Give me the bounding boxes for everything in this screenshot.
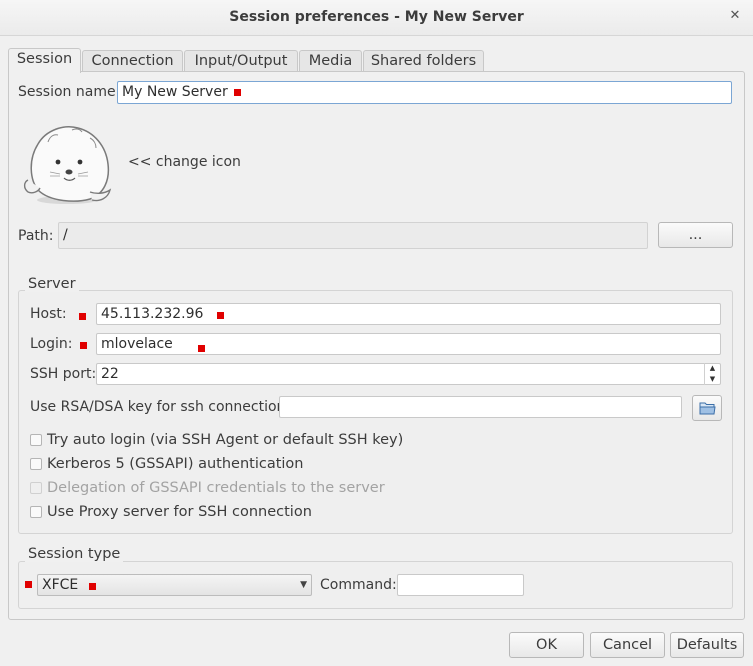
browse-path-label: ... [688, 227, 703, 243]
defaults-label: Defaults [676, 637, 738, 653]
marker-icon [198, 345, 205, 352]
tab-input-output-label: Input/Output [194, 53, 288, 69]
rsa-key-browse-button[interactable] [692, 395, 722, 421]
defaults-button[interactable]: Defaults [670, 632, 744, 658]
tab-input-output[interactable]: Input/Output [184, 50, 298, 72]
session-type-value: XFCE [42, 577, 79, 593]
marker-icon [79, 313, 86, 320]
tab-session-label: Session [16, 51, 73, 67]
tab-media-label: Media [308, 53, 353, 69]
command-input[interactable] [397, 574, 524, 596]
session-type-group-title: Session type [25, 546, 124, 562]
session-name-value: My New Server [122, 84, 228, 100]
browse-path-button[interactable]: ... [658, 222, 733, 248]
path-value: / [63, 227, 68, 243]
cancel-button[interactable]: Cancel [590, 632, 665, 658]
window-title: Session preferences - My New Server [229, 9, 524, 25]
auto-login-label[interactable]: Try auto login (via SSH Agent or default… [47, 432, 403, 448]
tab-media[interactable]: Media [299, 50, 362, 72]
proxy-checkbox[interactable] [30, 506, 42, 518]
session-name-label: Session name: [18, 84, 121, 100]
login-value: mlovelace [101, 336, 173, 352]
server-group-title: Server [25, 276, 79, 292]
spin-up-icon[interactable]: ▲ [705, 363, 720, 374]
ssh-port-label: SSH port: [30, 366, 97, 382]
rsa-key-label: Use RSA/DSA key for ssh connection: [30, 399, 291, 415]
marker-icon [234, 89, 241, 96]
marker-icon [80, 342, 87, 349]
folder-open-icon [699, 402, 716, 415]
host-value: 45.113.232.96 [101, 306, 204, 322]
auto-login-checkbox[interactable] [30, 434, 42, 446]
tab-shared-folders-label: Shared folders [370, 53, 477, 69]
ssh-port-stepper[interactable]: ▲ ▼ [704, 363, 720, 385]
spin-down-icon[interactable]: ▼ [705, 374, 720, 385]
command-label: Command: [320, 577, 397, 593]
rsa-key-input[interactable] [279, 396, 682, 418]
login-input[interactable]: mlovelace [96, 333, 721, 355]
kerberos-checkbox[interactable] [30, 458, 42, 470]
tab-connection[interactable]: Connection [82, 50, 183, 72]
path-input: / [58, 222, 648, 249]
marker-icon [25, 581, 32, 588]
close-icon[interactable]: ✕ [727, 8, 743, 24]
cancel-label: Cancel [602, 637, 653, 653]
ok-label: OK [536, 637, 557, 653]
path-label: Path: [18, 228, 54, 244]
session-type-select[interactable]: XFCE ▼ [37, 574, 312, 596]
change-icon-label[interactable]: << change icon [128, 154, 241, 170]
title-bar: Session preferences - My New Server ✕ [0, 0, 753, 36]
host-input[interactable]: 45.113.232.96 [96, 303, 721, 325]
ssh-port-value: 22 [101, 366, 119, 382]
session-icon-button[interactable] [20, 120, 114, 206]
marker-icon [217, 312, 224, 319]
kerberos-label[interactable]: Kerberos 5 (GSSAPI) authentication [47, 456, 304, 472]
gssapi-delegation-checkbox [30, 482, 42, 494]
proxy-label[interactable]: Use Proxy server for SSH connection [47, 504, 312, 520]
tab-shared-folders[interactable]: Shared folders [363, 50, 484, 72]
marker-icon [89, 583, 96, 590]
chevron-down-icon: ▼ [300, 580, 307, 590]
tab-session[interactable]: Session [8, 48, 81, 73]
host-label: Host: [30, 306, 67, 322]
ssh-port-spinbox[interactable]: 22 [96, 363, 721, 385]
tab-connection-label: Connection [91, 53, 174, 69]
ok-button[interactable]: OK [509, 632, 584, 658]
session-name-input[interactable]: My New Server [117, 81, 732, 104]
seal-icon [23, 126, 112, 204]
gssapi-delegation-label: Delegation of GSSAPI credentials to the … [47, 480, 385, 496]
login-label: Login: [30, 336, 73, 352]
